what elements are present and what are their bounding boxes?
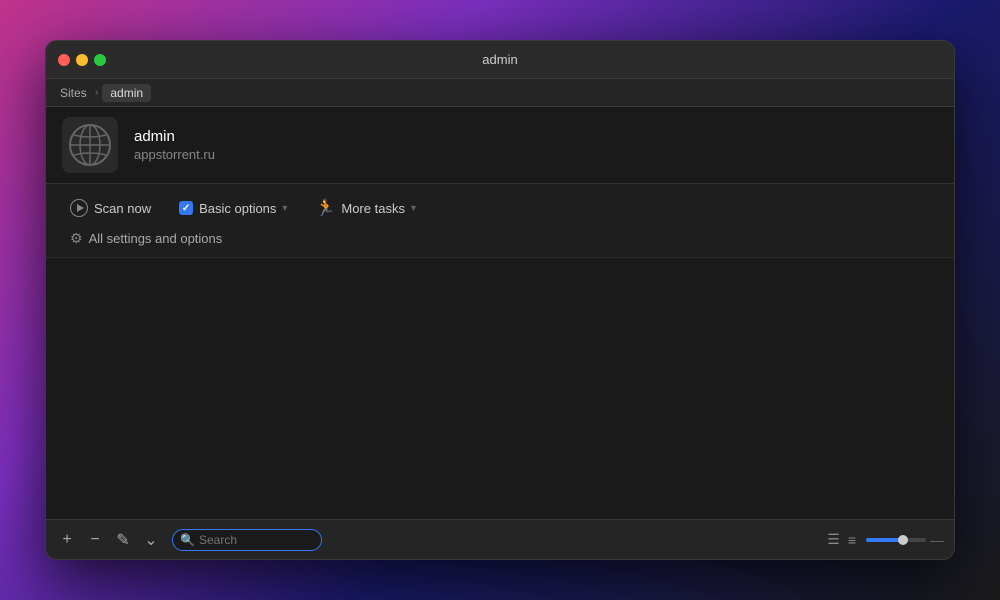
all-settings-label: All settings and options <box>89 231 223 246</box>
list-view-icons: ☰ ≡ <box>825 529 858 550</box>
site-info: admin appstorrent.ru <box>134 128 215 162</box>
site-name: admin <box>134 128 215 145</box>
titlebar: admin <box>46 41 954 79</box>
settings-row[interactable]: ⚙ All settings and options <box>62 230 938 247</box>
site-header: admin appstorrent.ru <box>46 107 954 184</box>
play-icon <box>70 199 88 217</box>
dropdown-button[interactable]: ⌄ <box>140 529 162 551</box>
close-button[interactable] <box>58 54 70 66</box>
site-url: appstorrent.ru <box>134 147 215 162</box>
main-window: admin Sites › admin admin appstorrent.ru <box>45 40 955 560</box>
search-wrapper: 🔍 <box>172 529 322 551</box>
window-title: admin <box>482 52 517 67</box>
breadcrumb-current[interactable]: admin <box>102 84 151 102</box>
zoom-dash: — <box>930 532 944 548</box>
zoom-slider[interactable] <box>866 538 926 542</box>
list-view-icon[interactable]: ☰ <box>825 529 842 550</box>
breadcrumb-bar: Sites › admin <box>46 79 954 107</box>
add-button[interactable]: + <box>56 529 78 551</box>
content-area <box>46 258 954 519</box>
globe-svg <box>66 121 114 169</box>
zoom-slider-area: — <box>866 532 944 548</box>
toolbar-right: ☰ ≡ — <box>825 529 944 550</box>
search-box-wrapper: 🔍 <box>172 529 322 551</box>
breadcrumb-sites[interactable]: Sites <box>56 84 91 102</box>
runner-icon: 🏃 <box>315 198 335 218</box>
actions-bar: Scan now Basic options ▾ 🏃 More tasks ▾ … <box>46 184 954 258</box>
actions-row-1: Scan now Basic options ▾ 🏃 More tasks ▾ <box>62 194 938 222</box>
maximize-button[interactable] <box>94 54 106 66</box>
basic-options-label: Basic options <box>199 201 276 216</box>
play-triangle <box>77 204 84 212</box>
scan-now-label: Scan now <box>94 201 151 216</box>
minimize-button[interactable] <box>76 54 88 66</box>
scan-now-button[interactable]: Scan now <box>62 195 159 221</box>
traffic-lights <box>58 54 106 66</box>
basic-options-checkbox[interactable] <box>179 201 193 215</box>
remove-button[interactable]: − <box>84 529 106 551</box>
more-tasks-dropdown-arrow[interactable]: ▾ <box>411 203 416 214</box>
basic-options-group[interactable]: Basic options ▾ <box>179 201 287 216</box>
more-tasks-label: More tasks <box>341 201 405 216</box>
search-input[interactable] <box>172 529 322 551</box>
more-tasks-button[interactable]: 🏃 More tasks ▾ <box>307 194 424 222</box>
list-compact-icon[interactable]: ≡ <box>846 530 858 550</box>
edit-button[interactable]: ✎ <box>112 529 134 551</box>
bottom-toolbar: + − ✎ ⌄ 🔍 ☰ ≡ — <box>46 519 954 559</box>
breadcrumb-separator: › <box>95 87 99 99</box>
basic-options-dropdown-arrow[interactable]: ▾ <box>282 203 287 214</box>
zoom-slider-thumb <box>898 535 908 545</box>
site-icon <box>62 117 118 173</box>
gear-icon: ⚙ <box>70 230 83 247</box>
